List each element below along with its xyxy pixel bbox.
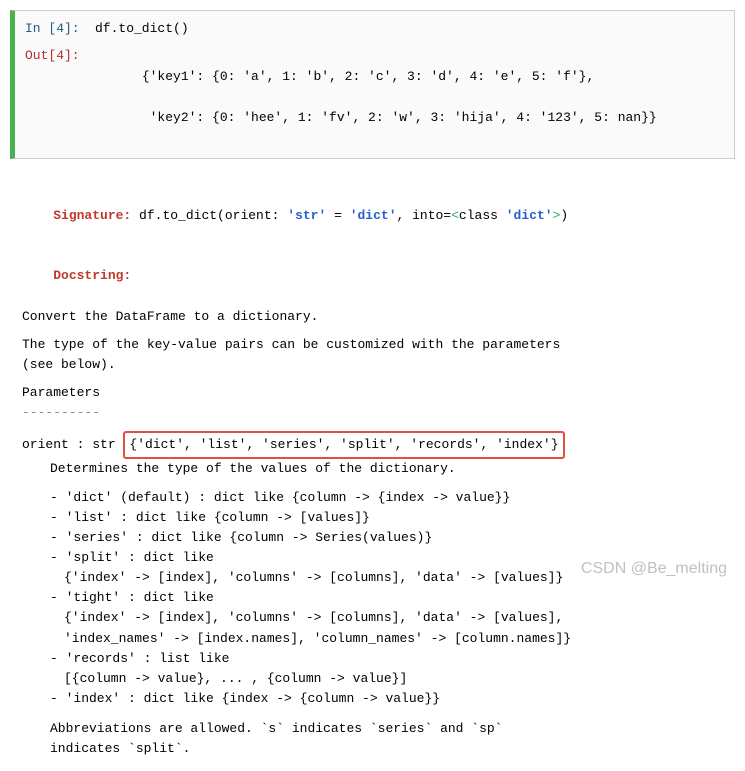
opt-tight-detail1: {'index' -> [index], 'columns' -> [colum… — [22, 608, 723, 628]
sig-func: df.to_dict(orient: — [131, 208, 287, 223]
output-row: Out[4]: {'key1': {0: 'a', 1: 'b', 2: 'c'… — [25, 46, 724, 150]
abbrev-line2: indicates `split`. — [22, 739, 723, 759]
opt-tight-detail2: 'index_names' -> [index.names], 'column_… — [22, 629, 723, 649]
out-line-2: 'key2': {0: 'hee', 1: 'fv', 2: 'w', 3: '… — [142, 110, 657, 125]
opt-records-detail: [{column -> value}, ... , {column -> val… — [22, 669, 723, 689]
sig-str: 'str' — [287, 208, 326, 223]
orient-line: orient : str {'dict', 'list', 'series', … — [22, 431, 723, 459]
out-line-1: {'key1': {0: 'a', 1: 'b', 2: 'c', 3: 'd'… — [142, 69, 594, 84]
sig-dict: 'dict' — [350, 208, 397, 223]
sig-cls: class — [459, 208, 506, 223]
output-text: {'key1': {0: 'a', 1: 'b', 2: 'c', 3: 'd'… — [95, 46, 724, 150]
opt-tight: - 'tight' : dict like — [22, 588, 723, 608]
signature-label: Signature: — [53, 208, 131, 223]
opt-list: - 'list' : dict like {column -> [values]… — [22, 508, 723, 528]
code-cell[interactable]: In [4]: df.to_dict() Out[4]: {'key1': {0… — [10, 10, 735, 159]
opt-series: - 'series' : dict like {column -> Series… — [22, 528, 723, 548]
doc-desc2: (see below). — [22, 355, 723, 375]
opt-dict: - 'dict' (default) : dict like {column -… — [22, 488, 723, 508]
orient-options-highlight: {'dict', 'list', 'series', 'split', 'rec… — [123, 431, 564, 459]
params-header: Parameters — [22, 383, 723, 403]
opt-split: - 'split' : dict like — [22, 548, 723, 568]
sig-lt: < — [451, 208, 459, 223]
sig-eq: = — [326, 208, 349, 223]
in-prompt: In [4]: — [25, 19, 95, 40]
input-code[interactable]: df.to_dict() — [95, 19, 724, 40]
doc-summary: Convert the DataFrame to a dictionary. — [22, 307, 723, 327]
signature-line: Signature: df.to_dict(orient: 'str' = 'd… — [22, 186, 723, 246]
docstring-label-line: Docstring: — [22, 246, 723, 306]
sig-dict2: 'dict' — [506, 208, 553, 223]
help-doc: Signature: df.to_dict(orient: 'str' = 'd… — [0, 174, 745, 771]
params-block: Parameters ---------- — [22, 383, 723, 423]
params-underline: ---------- — [22, 403, 723, 423]
input-row: In [4]: df.to_dict() — [25, 19, 724, 40]
out-prompt: Out[4]: — [25, 46, 95, 150]
opt-index: - 'index' : dict like {index -> {column … — [22, 689, 723, 709]
docstring-label: Docstring: — [53, 268, 131, 283]
sig-close: ) — [560, 208, 568, 223]
abbrev-line1: Abbreviations are allowed. `s` indicates… — [22, 719, 723, 739]
opt-records: - 'records' : list like — [22, 649, 723, 669]
orient-label: orient : str — [22, 435, 123, 455]
opt-split-detail: {'index' -> [index], 'columns' -> [colum… — [22, 568, 723, 588]
doc-desc1: The type of the key-value pairs can be c… — [22, 335, 723, 355]
orient-desc: Determines the type of the values of the… — [22, 459, 723, 479]
doc-desc: The type of the key-value pairs can be c… — [22, 335, 723, 375]
sig-into: , into= — [397, 208, 452, 223]
